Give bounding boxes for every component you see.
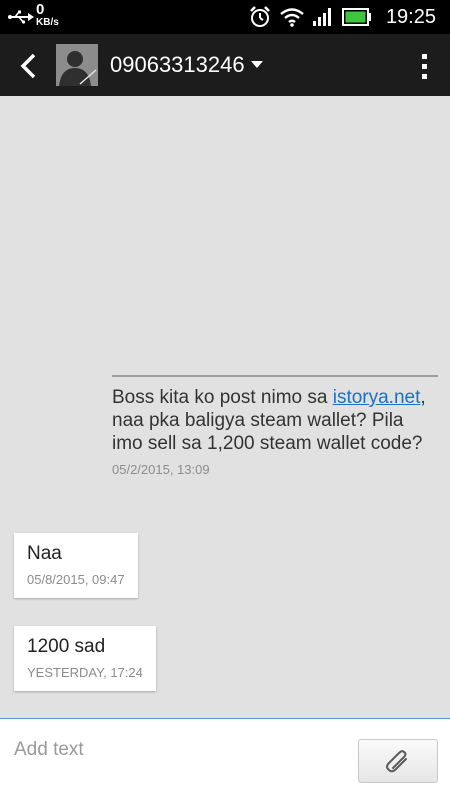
message-text: 1200 sad (27, 636, 106, 657)
menu-dot (421, 73, 427, 79)
attach-button[interactable] (358, 739, 438, 783)
message-timestamp: 05/8/2015, 09:47 (27, 572, 125, 587)
person-silhouette-icon (56, 44, 98, 86)
back-button[interactable] (10, 48, 46, 84)
status-time: 19:25 (385, 5, 436, 28)
overflow-menu-button[interactable] (412, 48, 436, 84)
conversation-thread[interactable]: Boss kita ko post nimo sa istorya.net, n… (0, 96, 450, 718)
contact-title[interactable]: 09063313246 (110, 34, 263, 96)
message-timestamp: YESTERDAY, 17:24 (27, 665, 143, 680)
message-input[interactable] (12, 729, 346, 771)
battery-icon (341, 8, 371, 26)
message-text: Boss kita ko post nimo sa istorya.net, n… (112, 377, 438, 455)
contact-name: 09063313246 (110, 52, 245, 77)
alarm-clock-icon (250, 6, 270, 27)
menu-dot (421, 53, 427, 59)
signal-strength-icon (312, 8, 331, 26)
dropdown-triangle-icon (250, 61, 263, 68)
message-composer (0, 718, 450, 801)
contact-avatar[interactable] (56, 44, 98, 86)
data-rate-indicator: 0 KB/s (36, 2, 59, 28)
chevron-left-icon (20, 53, 36, 79)
message-text: Naa (27, 543, 62, 564)
incoming-message[interactable]: Naa 05/8/2015, 09:47 (14, 533, 138, 598)
data-rate-value: 0 (36, 1, 45, 18)
outgoing-message[interactable]: Boss kita ko post nimo sa istorya.net, n… (112, 375, 438, 477)
conversation-header: 09063313246 (0, 34, 450, 96)
usb-icon (8, 10, 34, 24)
message-text-part: Boss kita ko post nimo sa (112, 387, 333, 408)
menu-dot (421, 63, 427, 69)
paperclip-icon (386, 750, 407, 773)
wifi-icon (280, 8, 304, 27)
incoming-message[interactable]: 1200 sad YESTERDAY, 17:24 (14, 626, 156, 691)
message-timestamp: 05/2/2015, 13:09 (112, 462, 210, 477)
message-link[interactable]: istorya.net (333, 387, 421, 408)
data-rate-unit: KB/s (36, 17, 59, 28)
status-bar: 0 KB/s 19:25 (0, 0, 450, 34)
